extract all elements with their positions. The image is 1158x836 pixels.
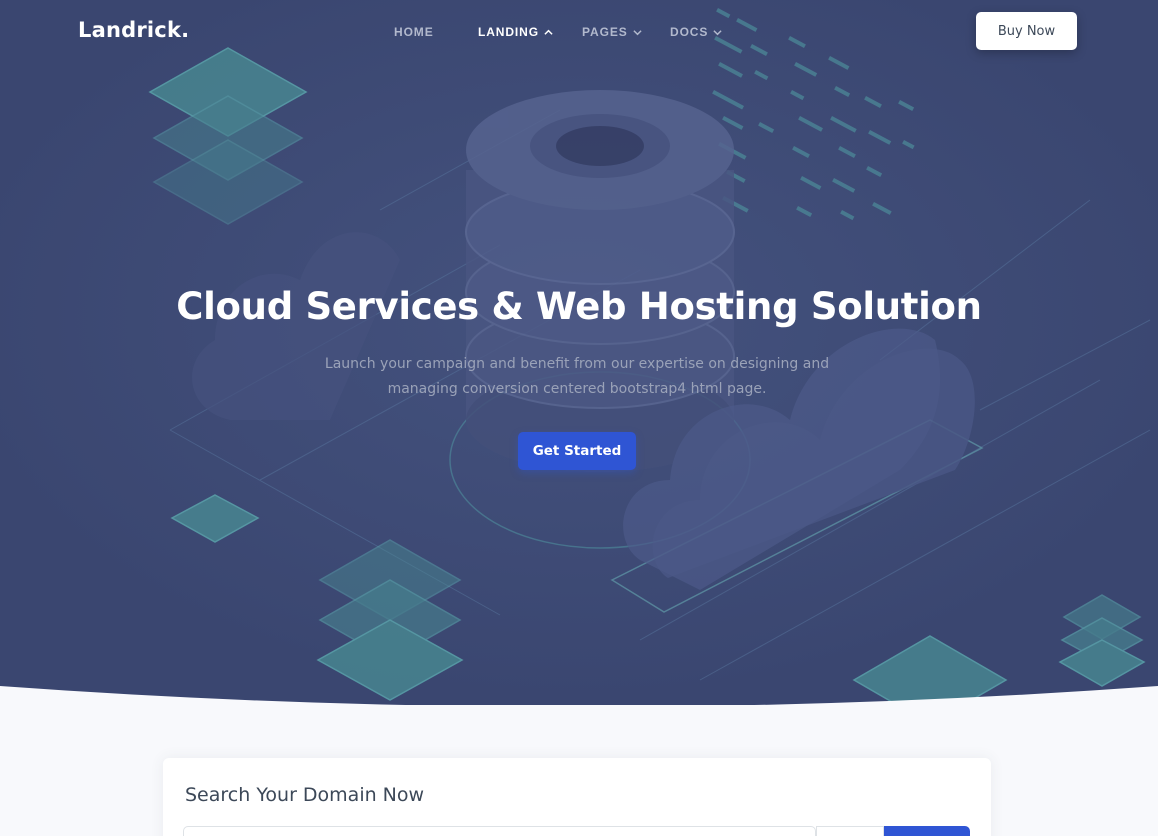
hero-title: Cloud Services & Web Hosting Solution xyxy=(176,285,982,328)
nav-item-docs[interactable]: DOCS xyxy=(670,25,722,39)
buy-now-button[interactable]: Buy Now xyxy=(976,12,1077,50)
hero-wave-divider xyxy=(0,686,1158,710)
chevron-down-icon xyxy=(713,29,722,35)
nav-item-home[interactable]: HOME xyxy=(394,25,434,39)
nav-item-label: LANDING xyxy=(478,25,539,39)
get-started-button[interactable]: Get Started xyxy=(518,432,636,470)
nav-item-pages[interactable]: PAGES xyxy=(582,25,642,39)
domain-search-input[interactable] xyxy=(183,826,816,836)
hero-subtitle-line: managing conversion centered bootstrap4 … xyxy=(387,381,767,397)
nav-item-label: HOME xyxy=(394,25,434,39)
chevron-down-icon xyxy=(633,29,642,35)
hero-subtitle-line: Launch your campaign and benefit from ou… xyxy=(324,356,830,372)
hero-section: Landrick. HOME LANDING PAGES DOCS Buy No… xyxy=(0,0,1158,705)
navbar: Landrick. HOME LANDING PAGES DOCS Buy No… xyxy=(0,0,1158,64)
hero-subtitle: Launch your campaign and benefit from ou… xyxy=(300,352,854,402)
nav-item-landing[interactable]: LANDING xyxy=(478,25,553,39)
nav-item-label: PAGES xyxy=(582,25,628,39)
domain-search-button[interactable] xyxy=(884,826,970,836)
chevron-up-icon xyxy=(544,29,553,35)
domain-search-title: Search Your Domain Now xyxy=(185,784,425,806)
tld-select[interactable] xyxy=(816,826,884,836)
domain-search-card: Search Your Domain Now xyxy=(163,758,991,836)
logo[interactable]: Landrick. xyxy=(78,18,189,42)
nav-item-label: DOCS xyxy=(670,25,709,39)
